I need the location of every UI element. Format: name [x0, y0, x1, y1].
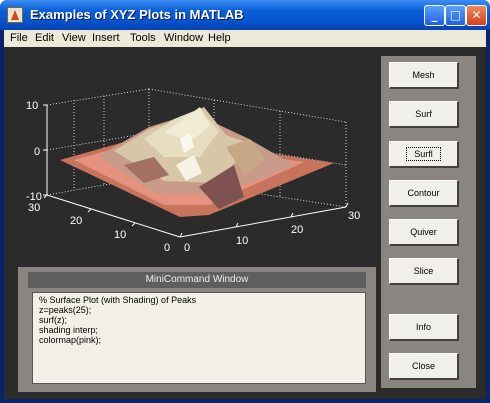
x-tick-label: 20: [291, 224, 303, 236]
mesh-button[interactable]: Mesh: [389, 62, 459, 89]
menu-edit[interactable]: Edit: [35, 32, 54, 44]
menu-tools[interactable]: Tools: [130, 32, 156, 44]
command-line: surf(z);: [39, 315, 67, 325]
maximize-button[interactable]: □: [445, 5, 466, 26]
command-line: z=peaks(25);: [39, 305, 92, 315]
y-tick-label: 20: [70, 215, 82, 227]
surfl-button[interactable]: Surfl: [389, 141, 459, 168]
x-tick-label: 30: [348, 210, 360, 222]
info-button[interactable]: Info: [389, 314, 459, 341]
command-window-title: MiniCommand Window: [28, 272, 366, 288]
button-label: Surf: [415, 109, 432, 119]
command-text-area[interactable]: % Surface Plot (with Shading) of Peaks z…: [32, 292, 366, 384]
menu-file[interactable]: File: [10, 32, 28, 44]
command-line: shading interp;: [39, 325, 99, 335]
button-label: Close: [411, 361, 435, 371]
y-tick-label: 10: [114, 229, 126, 241]
button-label: Info: [415, 322, 431, 332]
button-label: Mesh: [412, 70, 435, 80]
button-label: Quiver: [410, 227, 437, 237]
button-label: Surfl: [406, 147, 441, 161]
figure-area: 10 0 -10 30 20 10 0 0 10 20 30 MiniComma…: [4, 47, 486, 399]
window-title: Examples of XYZ Plots in MATLAB: [30, 7, 244, 22]
menu-view[interactable]: View: [62, 32, 86, 44]
z-tick-label: 0: [34, 146, 40, 158]
surface: [60, 107, 334, 217]
y-tick-label: 0: [164, 242, 170, 254]
contour-button[interactable]: Contour: [389, 180, 459, 207]
close-button[interactable]: Close: [389, 353, 459, 380]
title-bar[interactable]: Examples of XYZ Plots in MATLAB _ □ ✕: [0, 0, 490, 30]
x-tick-label: 0: [184, 242, 190, 254]
surf-button[interactable]: Surf: [389, 101, 459, 128]
matlab-icon: [7, 7, 23, 23]
menu-insert[interactable]: Insert: [92, 32, 120, 44]
menu-window[interactable]: Window: [164, 32, 203, 44]
quiver-button[interactable]: Quiver: [389, 219, 459, 246]
command-line: colormap(pink);: [39, 335, 102, 345]
app-window: Examples of XYZ Plots in MATLAB _ □ ✕ Fi…: [0, 0, 490, 403]
button-panel: Mesh Surf Surfl Contour Quiver Slice Inf…: [381, 56, 476, 388]
command-line: % Surface Plot (with Shading) of Peaks: [39, 295, 197, 305]
close-window-button[interactable]: ✕: [466, 5, 487, 26]
minimize-button[interactable]: _: [424, 5, 445, 26]
button-label: Contour: [407, 188, 440, 198]
surface-plot: 10 0 -10 30 20 10 0 0 10 20 30: [26, 88, 360, 254]
mini-command-window: MiniCommand Window % Surface Plot (with …: [18, 267, 376, 392]
x-tick-label: 10: [236, 235, 248, 247]
button-label: Slice: [413, 266, 434, 276]
y-tick-label: 30: [28, 202, 40, 214]
z-tick-label: 10: [26, 100, 38, 112]
slice-button[interactable]: Slice: [389, 258, 459, 285]
menu-help[interactable]: Help: [208, 32, 231, 44]
menu-bar: File Edit View Insert Tools Window Help: [4, 30, 486, 47]
